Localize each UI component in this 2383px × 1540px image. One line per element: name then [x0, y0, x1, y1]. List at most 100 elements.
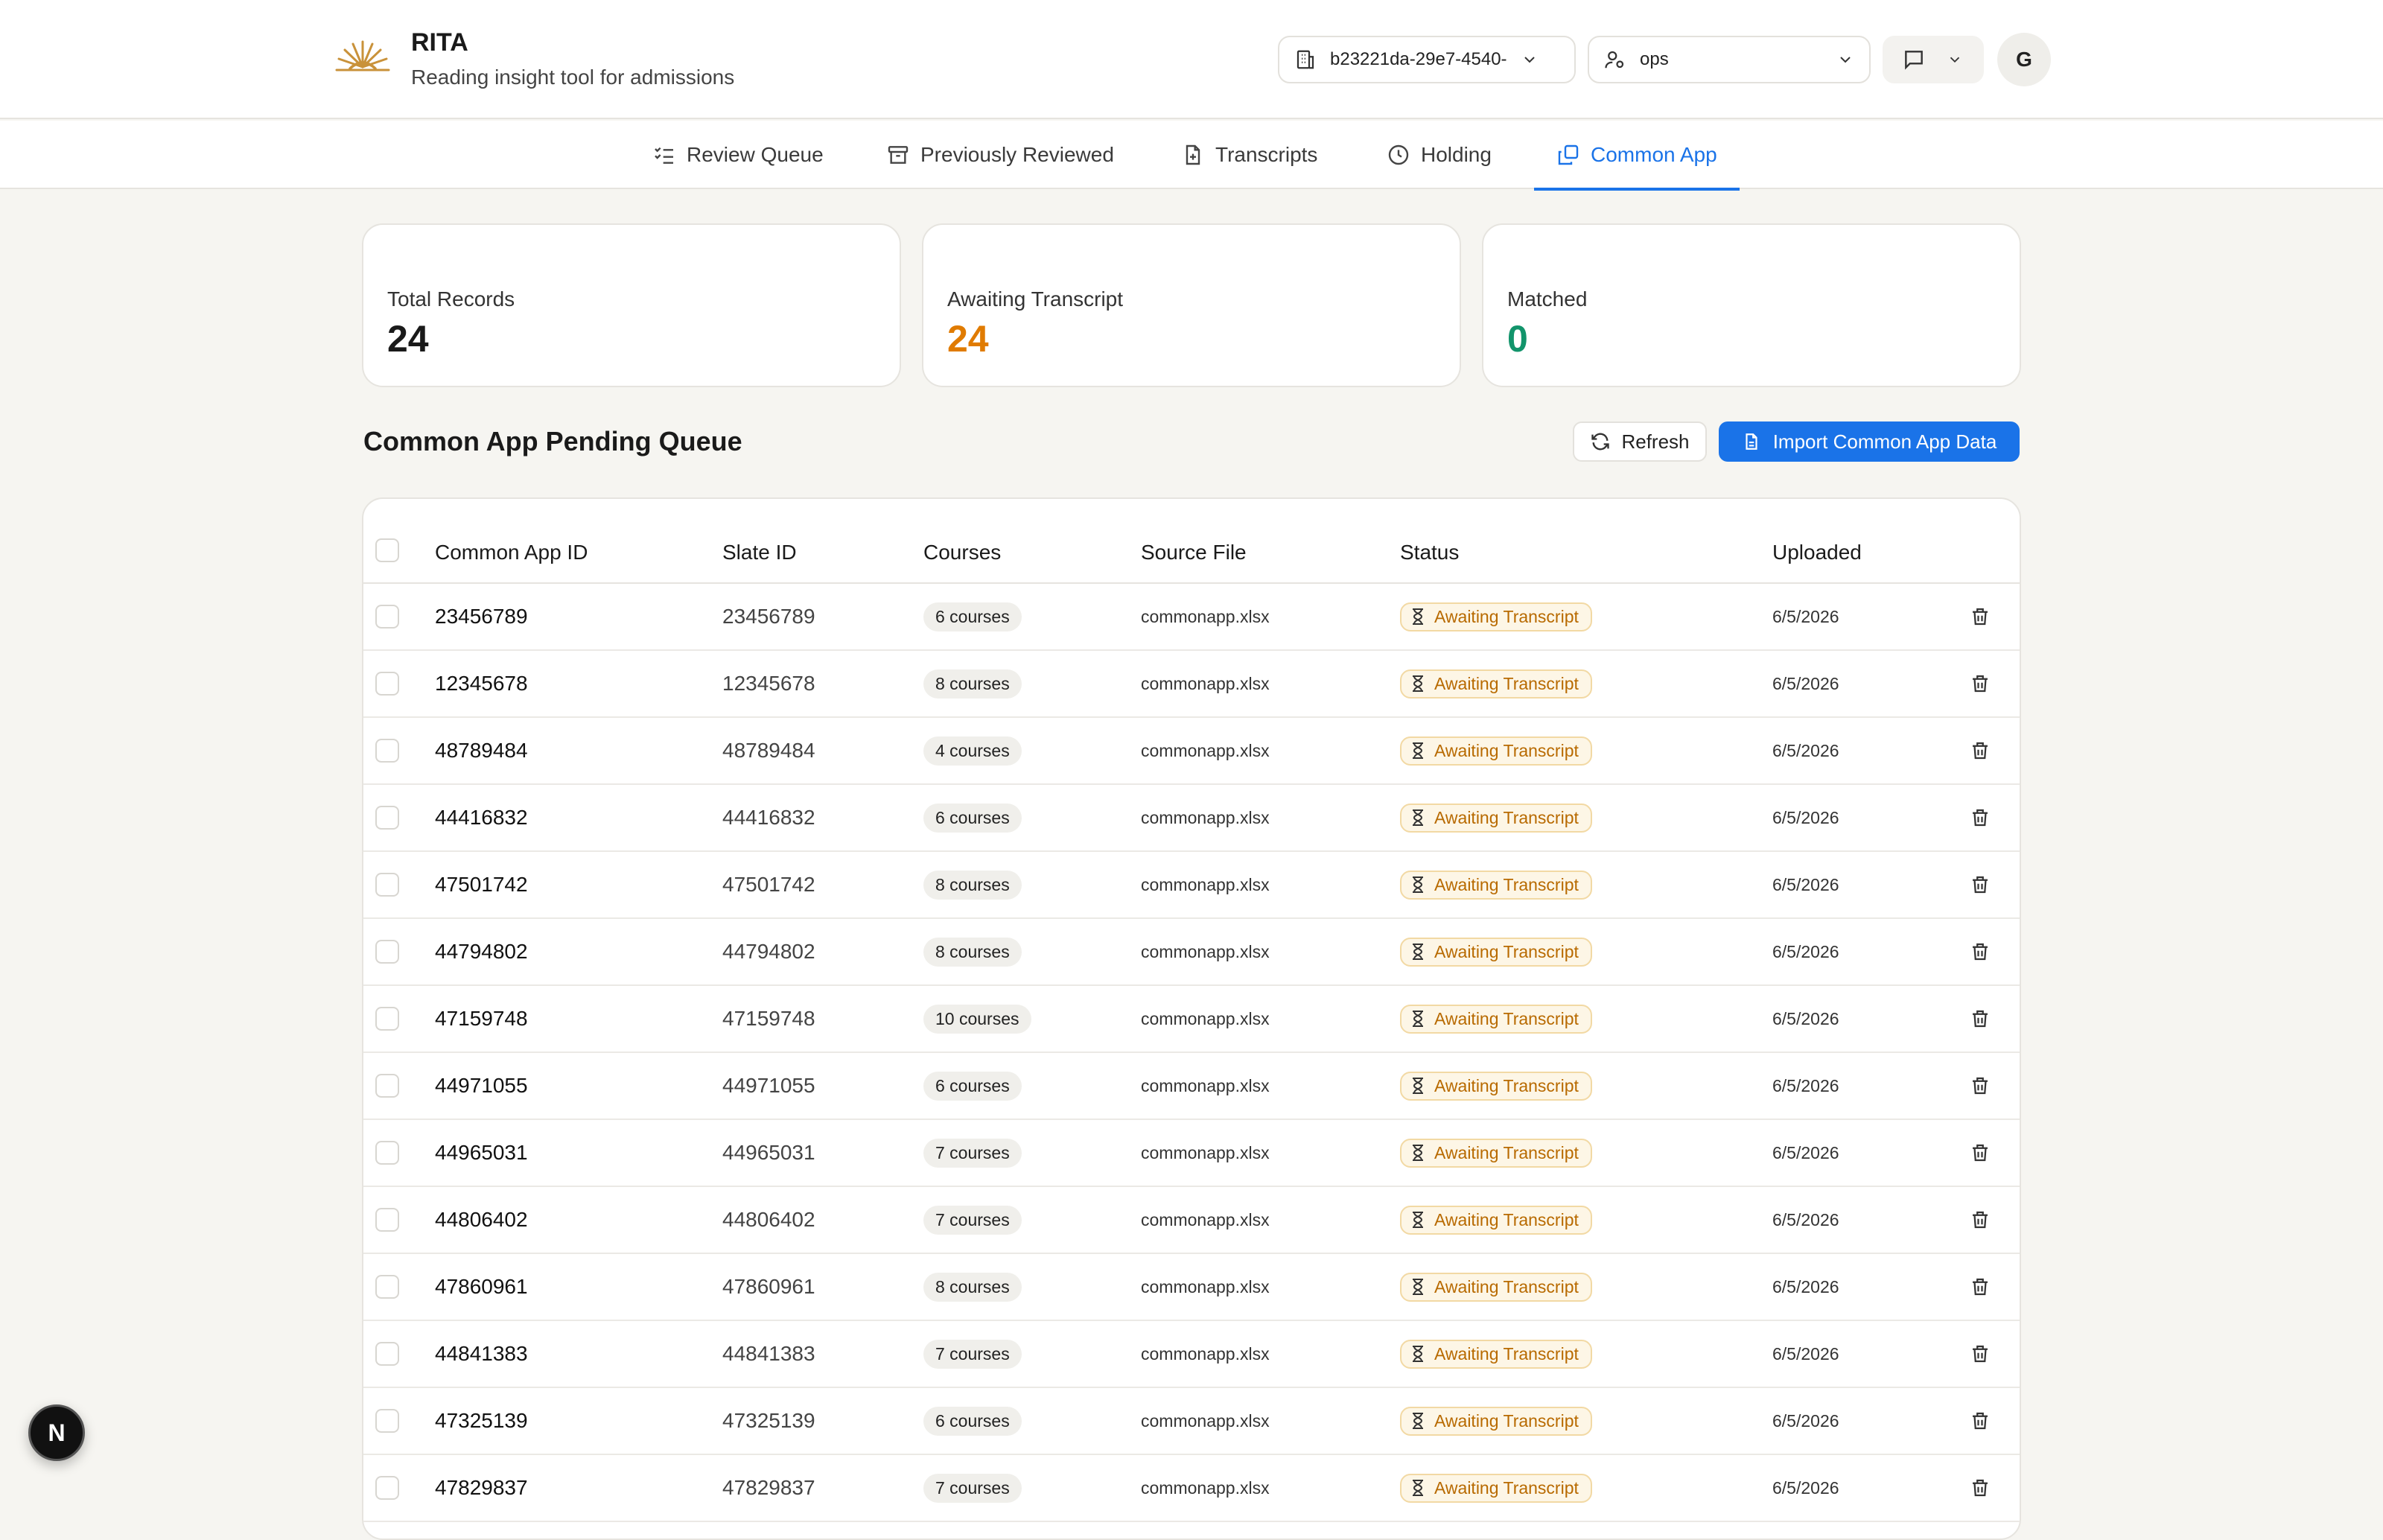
chevron-down-icon [1840, 57, 1851, 63]
row-checkbox[interactable] [375, 672, 399, 696]
import-common-app-button[interactable]: Import Common App Data [1719, 421, 2020, 462]
row-checkbox[interactable] [375, 1275, 399, 1299]
table-row[interactable]: 12345678 12345678 8 courses commonapp.xlsx A… [363, 651, 2020, 718]
slate-id: 47860961 [722, 1275, 815, 1298]
status-cell: Awaiting Transcript [1400, 651, 1592, 716]
row-checkbox[interactable] [375, 1342, 399, 1366]
courses-badge: 6 courses [923, 602, 1022, 631]
tab-label: Holding [1421, 143, 1492, 166]
common-app-id: 47860961 [435, 1275, 528, 1298]
row-checkbox[interactable] [375, 1141, 399, 1165]
table-row[interactable]: 47325139 47325139 6 courses commonapp.xlsx A… [363, 1388, 2020, 1455]
row-checkbox[interactable] [375, 806, 399, 830]
row-select-cell [375, 1120, 399, 1186]
row-checkbox[interactable] [375, 1409, 399, 1433]
delete-cell [1969, 1053, 1991, 1119]
tab-common-app[interactable]: Common App [1534, 121, 1740, 191]
pending-queue-table: Common App ID Slate ID Courses Source Fi… [362, 497, 2021, 1540]
column-header[interactable]: Source File [1141, 541, 1247, 564]
table-row[interactable]: 48789484 48789484 4 courses commonapp.xlsx A… [363, 718, 2020, 785]
table-row[interactable]: 44806402 44806402 7 courses commonapp.xlsx A… [363, 1187, 2020, 1254]
common-app-id: 47829837 [435, 1476, 528, 1499]
trash-icon[interactable] [1969, 941, 1991, 963]
common-app-id: 44965031 [435, 1141, 528, 1164]
trash-icon[interactable] [1969, 1477, 1991, 1499]
row-select-cell [375, 1187, 399, 1253]
trash-icon[interactable] [1969, 874, 1991, 896]
row-checkbox[interactable] [375, 1476, 399, 1500]
table-row[interactable]: 44416832 44416832 6 courses commonapp.xlsx A… [363, 785, 2020, 852]
status-cell: Awaiting Transcript [1400, 1187, 1592, 1253]
stat-card-matched: Matched 0 [1482, 223, 2021, 387]
row-select-cell [375, 718, 399, 783]
table-row[interactable]: 47829837 47829837 7 courses commonapp.xlsx A… [363, 1455, 2020, 1522]
row-checkbox[interactable] [375, 739, 399, 763]
trash-icon[interactable] [1969, 739, 1991, 762]
common-app-id: 12345678 [435, 672, 528, 695]
status-cell: Awaiting Transcript [1400, 919, 1592, 984]
organization-value: b23221da-29e7-4540- [1330, 49, 1507, 69]
table-row[interactable]: 44965031 44965031 7 courses commonapp.xlsx A… [363, 1120, 2020, 1187]
courses-cell: 10 courses [923, 986, 1031, 1051]
role-select[interactable]: ops [1588, 36, 1871, 83]
row-select-cell [375, 919, 399, 984]
status-badge: Awaiting Transcript [1400, 1138, 1592, 1168]
status-label: Awaiting Transcript [1434, 1142, 1579, 1162]
table-row[interactable]: 44971055 44971055 6 courses commonapp.xlsx A… [363, 1053, 2020, 1120]
clock-icon [1388, 144, 1409, 165]
organization-select[interactable]: b23221da-29e7-4540- [1278, 36, 1576, 83]
user-avatar[interactable]: G [1997, 33, 2051, 86]
tab-previously-reviewed[interactable]: Previously Reviewed [886, 121, 1114, 189]
table-row[interactable]: 44841383 44841383 7 courses commonapp.xlsx A… [363, 1321, 2020, 1388]
messages-menu-button[interactable] [1883, 36, 1984, 83]
trash-icon[interactable] [1969, 605, 1991, 628]
row-checkbox[interactable] [375, 873, 399, 897]
trash-icon[interactable] [1969, 1142, 1991, 1164]
table-row[interactable]: 44794802 44794802 8 courses commonapp.xlsx A… [363, 919, 2020, 986]
tab-review-queue[interactable]: Review Queue [652, 121, 824, 189]
slate-id: 23456789 [722, 605, 815, 628]
row-select-cell [375, 1254, 399, 1320]
tab-transcripts[interactable]: Transcripts [1181, 121, 1317, 189]
status-badge: Awaiting Transcript [1400, 602, 1592, 631]
select-all-checkbox[interactable] [375, 538, 399, 562]
row-checkbox[interactable] [375, 940, 399, 964]
trash-icon[interactable] [1969, 672, 1991, 695]
table-row[interactable]: 47501742 47501742 8 courses commonapp.xlsx A… [363, 852, 2020, 919]
trash-icon[interactable] [1969, 806, 1991, 829]
column-header[interactable]: Courses [923, 541, 1001, 564]
status-cell: Awaiting Transcript [1400, 1120, 1592, 1186]
trash-icon[interactable] [1969, 1343, 1991, 1365]
building-icon [1297, 50, 1314, 69]
column-header[interactable]: Status [1400, 541, 1459, 564]
trash-icon[interactable] [1969, 1276, 1991, 1298]
row-checkbox[interactable] [375, 605, 399, 629]
stat-label: Matched [1507, 287, 1588, 311]
table-row[interactable]: 23456789 23456789 6 courses commonapp.xlsx A… [363, 584, 2020, 651]
row-checkbox[interactable] [375, 1074, 399, 1098]
tab-holding[interactable]: Holding [1387, 121, 1492, 189]
delete-cell [1969, 986, 1991, 1051]
courses-badge: 7 courses [923, 1339, 1022, 1369]
row-checkbox[interactable] [375, 1208, 399, 1232]
archive-icon [888, 146, 909, 164]
courses-badge: 6 courses [923, 803, 1022, 833]
row-checkbox[interactable] [375, 1007, 399, 1031]
column-header[interactable]: Uploaded [1772, 541, 1862, 564]
dev-tools-badge[interactable]: N [28, 1404, 85, 1461]
slate-id: 44965031 [722, 1141, 815, 1164]
column-header[interactable]: Slate ID [722, 541, 797, 564]
trash-icon[interactable] [1969, 1209, 1991, 1231]
uploaded-date: 6/5/2026 [1772, 1209, 1839, 1229]
delete-cell [1969, 852, 1991, 917]
stat-card-total-records: Total Records 24 [362, 223, 901, 387]
table-row[interactable]: 47860961 47860961 8 courses commonapp.xlsx A… [363, 1254, 2020, 1321]
delete-cell [1969, 1388, 1991, 1454]
checklist-icon [655, 147, 673, 164]
trash-icon[interactable] [1969, 1008, 1991, 1030]
trash-icon[interactable] [1969, 1410, 1991, 1432]
trash-icon[interactable] [1969, 1075, 1991, 1097]
refresh-button[interactable]: Refresh [1573, 421, 1707, 462]
table-row[interactable]: 47159748 47159748 10 courses commonapp.xlsx… [363, 986, 2020, 1053]
column-header[interactable]: Common App ID [435, 541, 588, 564]
